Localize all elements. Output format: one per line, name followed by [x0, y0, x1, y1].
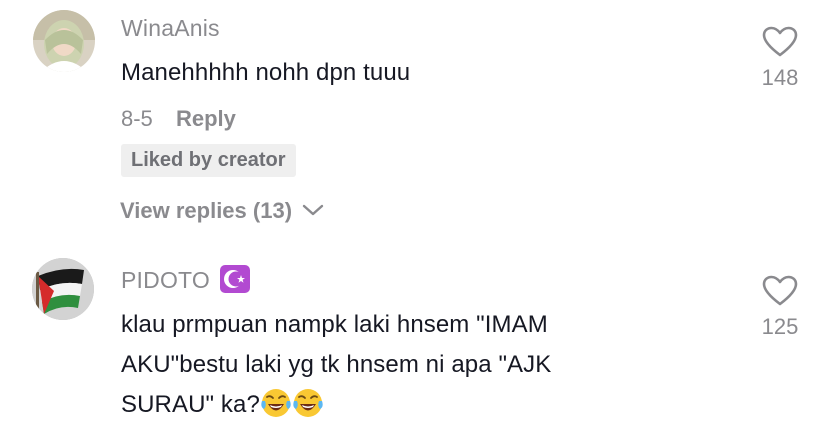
laughing-tears-emoji-icon	[260, 387, 292, 419]
comment-text-line: SURAU" ka?	[121, 391, 260, 418]
comment-username-label: PIDOTO	[121, 267, 210, 293]
avatar[interactable]	[33, 10, 95, 72]
palestine-flag-avatar-icon	[32, 258, 94, 320]
avatar[interactable]	[32, 258, 94, 320]
view-replies-label: View replies (13)	[120, 198, 293, 223]
heart-icon[interactable]	[762, 26, 798, 63]
like-column: 148	[745, 26, 815, 91]
comment-date: 8-5	[121, 106, 153, 131]
like-count: 125	[761, 314, 799, 339]
comment-username[interactable]: WinaAnis	[121, 15, 220, 42]
comment-text: klau prmpuan nampk laki hnsem "IMAM AKU"…	[121, 305, 551, 425]
reply-button[interactable]: Reply	[176, 106, 236, 132]
like-count: 148	[761, 65, 799, 90]
view-replies-button[interactable]: View replies (13)	[120, 198, 324, 224]
comment-text-line-last: SURAU" ka?	[121, 385, 551, 425]
laughing-tears-emoji-icon	[292, 387, 324, 419]
heart-icon[interactable]	[762, 275, 798, 312]
star-and-crescent-icon	[219, 264, 251, 294]
comment-text: Manehhhhh nohh dpn tuuu	[121, 59, 411, 86]
like-column: 125	[745, 275, 815, 340]
comment-text-line: klau prmpuan nampk laki hnsem "IMAM	[121, 311, 548, 338]
user-avatar-photo-icon	[33, 10, 95, 72]
comments-panel: WinaAnis Manehhhhh nohh dpn tuuu 8-5 Rep…	[0, 0, 828, 427]
chevron-down-icon	[302, 204, 324, 216]
comment-username[interactable]: PIDOTO	[121, 264, 251, 294]
comment-text-line: AKU"bestu laki yg tk hnsem ni apa "AJK	[121, 351, 552, 378]
liked-by-creator-badge: Liked by creator	[121, 144, 296, 177]
